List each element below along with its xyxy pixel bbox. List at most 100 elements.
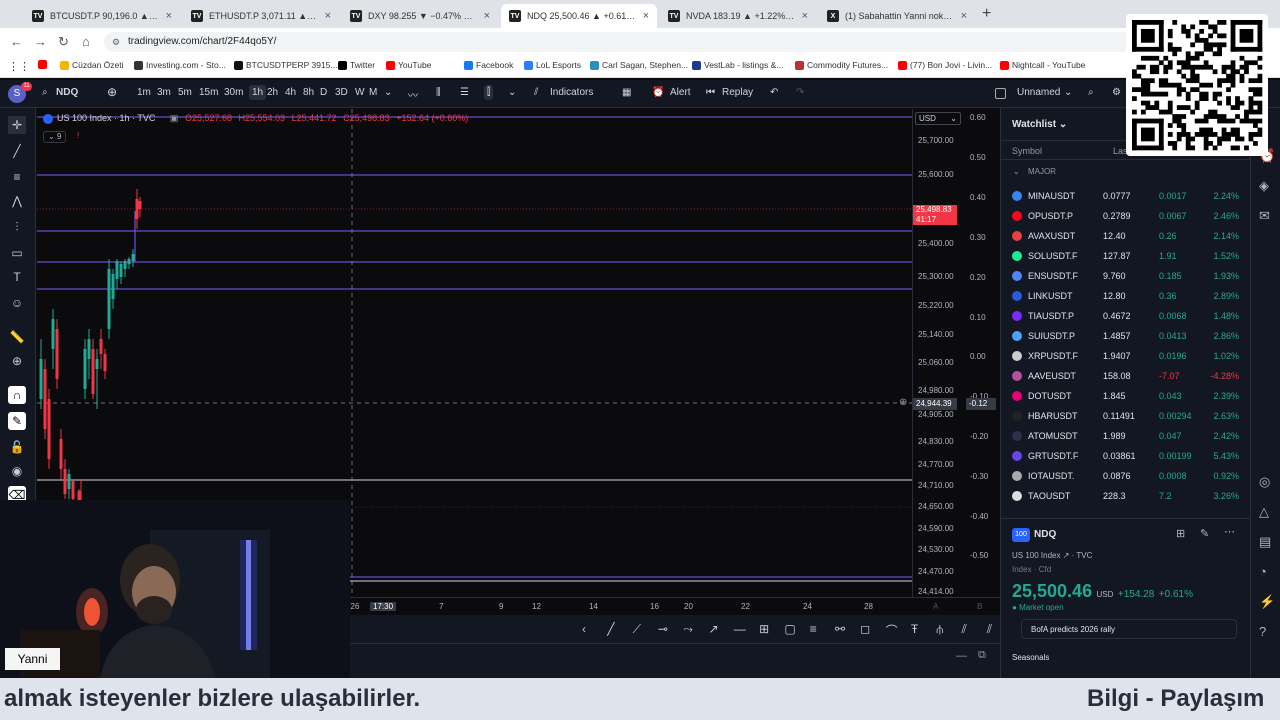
interval-2h[interactable]: 2h (267, 87, 278, 98)
bookmark-item[interactable]: Commodity Futures... (795, 60, 888, 70)
price-axis[interactable]: USD ⌄ 25,700.0025,600.0025,500.0025,400.… (899, 109, 962, 597)
alert-icon[interactable]: ⏰ (652, 87, 664, 98)
watchlist-row[interactable]: SUIUSDT.P 1.4857 0.0413 2.86% (1001, 326, 1251, 346)
templates-icon[interactable]: ▦ (622, 87, 631, 98)
watchlist-row[interactable]: TIAUSDT.P 0.4672 0.0068 1.48% (1001, 306, 1251, 326)
interval-4h[interactable]: 4h (285, 87, 296, 98)
magnet-icon[interactable]: ∩ (8, 386, 26, 404)
compare-add-icon[interactable]: ⊕ (107, 85, 117, 99)
fib-icon[interactable]: ≡ (8, 168, 26, 186)
watchlist-row[interactable]: LINKUSDT 12.80 0.36 2.89% (1001, 286, 1251, 306)
currency-select[interactable]: USD ⌄ (915, 112, 961, 125)
browser-tab[interactable]: TV NDQ 25,500.46 ▲ +0.61% Unna × (501, 4, 657, 28)
interval-W[interactable]: W (355, 87, 364, 98)
interval-5m[interactable]: 5m (178, 87, 192, 98)
symbol-search-icon[interactable]: ⌕ (42, 87, 48, 98)
group-header[interactable]: ⌄ MAJOR (1013, 167, 1056, 176)
watchlist-row[interactable]: IOTAUSDT. 0.0876 0.0008 0.92% (1001, 466, 1251, 486)
bookmark-item[interactable]: Nightcall - YouTube (1000, 60, 1085, 70)
external-link-icon[interactable]: ↗ (1063, 551, 1070, 560)
triangle-icon[interactable]: △ (1259, 504, 1269, 520)
interval-8h[interactable]: 8h (303, 87, 314, 98)
chart-style-dropdown-icon[interactable]: ⌄ (508, 87, 516, 98)
new-tab-button[interactable]: + (982, 5, 991, 23)
text-icon[interactable]: Ŧ (911, 622, 918, 636)
line-chart-type-icon[interactable]: 〰 (408, 87, 418, 102)
indicator-count-toggle[interactable]: ⌄ 9 (43, 131, 67, 143)
redo-icon[interactable]: ↷ (796, 87, 804, 98)
interval-3m[interactable]: 3m (157, 87, 171, 98)
browser-tab[interactable]: TV NVDA 183.19 ▲ +1.22% Unnan × (660, 4, 816, 28)
watchlist-row[interactable]: OPUSDT.P 0.2789 0.0067 2.46% (1001, 206, 1251, 226)
bar-chart-icon[interactable]: ⫼ (436, 87, 441, 98)
site-info-icon[interactable]: ⚙ (112, 32, 120, 52)
news-item[interactable]: BofA predicts 2026 rally (1021, 619, 1237, 639)
rectangle-icon[interactable]: ▢ (784, 622, 795, 636)
tab-close-icon[interactable]: × (961, 10, 967, 22)
tab-close-icon[interactable]: × (643, 10, 649, 22)
hline-icon[interactable]: — (734, 622, 746, 636)
emoji-icon[interactable]: ☺ (8, 294, 26, 312)
curve-icon[interactable]: ⌒ (886, 622, 898, 639)
trendline-icon[interactable]: ╱ (8, 142, 26, 160)
youtube-shortcut-icon[interactable] (38, 60, 47, 69)
tab-close-icon[interactable]: × (166, 10, 172, 22)
watchlist-row[interactable]: MINAUSDT 0.0777 0.0017 2.24% (1001, 186, 1251, 206)
data-warning-icon[interactable]: ! (77, 131, 79, 140)
layout-dropdown-icon[interactable]: ⌄ (1064, 87, 1072, 98)
help-icon[interactable]: ? (1259, 624, 1266, 639)
quick-search-icon[interactable]: ⌕ (1088, 87, 1094, 98)
url-field[interactable]: ⚙ tradingview.com/chart/2F44qo5Y/ (104, 32, 1134, 52)
grid-icon[interactable]: ⊞ (1176, 527, 1185, 540)
replay-button[interactable]: Replay (722, 87, 753, 98)
edit-icon[interactable]: ✎ (1200, 527, 1209, 540)
watchlist-title[interactable]: Watchlist ⌄ (1012, 119, 1067, 130)
forward-icon[interactable]: → (34, 34, 47, 49)
layout-name[interactable]: Unnamed (1017, 87, 1060, 98)
eye-icon[interactable]: ◉ (8, 462, 26, 480)
interval-M[interactable]: M (369, 87, 377, 98)
interval-dropdown-icon[interactable]: ⌄ (384, 87, 392, 98)
tab-close-icon[interactable]: × (802, 10, 808, 22)
path-icon[interactable]: ⤳ (683, 622, 693, 637)
interval-1m[interactable]: 1m (137, 87, 151, 98)
seasonals-label[interactable]: Seasonals (1012, 653, 1049, 665)
chevron-left-icon[interactable]: ‹ (582, 622, 586, 636)
watchlist-row[interactable]: ATOMUSDT 1.989 0.047 2.42% (1001, 426, 1251, 446)
alert-button[interactable]: Alert (670, 87, 691, 98)
calendar-icon[interactable]: ▤ (1259, 534, 1271, 550)
trendline-icon[interactable]: ╱ (607, 622, 614, 636)
symbol-search-button[interactable]: NDQ (56, 87, 78, 98)
candle-style-icon[interactable]: ☰ (460, 87, 469, 98)
home-icon[interactable]: ⌂ (82, 34, 90, 49)
fib-retracement-icon[interactable]: ≡ (810, 622, 817, 636)
layout-icon[interactable] (995, 88, 1006, 99)
axis-scale-toggle[interactable]: A (933, 602, 938, 611)
bookmark-item[interactable]: Twitter (338, 60, 375, 70)
minimize-panel-icon[interactable]: — (956, 650, 967, 662)
long-position-icon[interactable]: ⊞ (759, 622, 769, 636)
fib-fan-icon[interactable]: ⫽ (962, 622, 967, 637)
pitchfork-icon[interactable]: ⫛ (936, 622, 943, 637)
stay-drawing-icon[interactable]: ✎ (8, 412, 26, 430)
interval-3D[interactable]: 3D (335, 87, 348, 98)
lock-icon[interactable]: 🔓 (8, 438, 26, 456)
watchlist-row[interactable]: HBARUSDT 0.11491 0.00294 2.63% (1001, 406, 1251, 426)
watchlist-row[interactable]: ENSUSDT.F 9.760 0.185 1.93% (1001, 266, 1251, 286)
more-icon[interactable]: ⋯ (1224, 525, 1235, 538)
watchlist-row[interactable]: GRTUSDT.F 0.03861 0.00199 5.43% (1001, 446, 1251, 466)
tab-close-icon[interactable]: × (325, 10, 331, 22)
bookmark-item[interactable]: Investing.com - Sto... (134, 60, 226, 70)
chat-icon[interactable]: ✉ (1259, 208, 1270, 224)
maximize-panel-icon[interactable]: ⧉ (978, 649, 986, 662)
horizontal-ray-icon[interactable]: ⊸ (658, 622, 668, 636)
forecast-icon[interactable]: ⫶ (8, 218, 26, 236)
arrow-icon[interactable]: ↗ (709, 622, 719, 636)
ray-icon[interactable]: ⟋ (633, 622, 641, 637)
bookmark-item[interactable]: YouTube (386, 60, 431, 70)
interval-15m[interactable]: 15m (199, 87, 218, 98)
bookmark-item[interactable]: Carl Sagan, Stephen... (590, 60, 688, 70)
col-symbol[interactable]: Symbol (1012, 146, 1042, 156)
zoom-in-icon[interactable]: ⊕ (8, 352, 26, 370)
interval-30m[interactable]: 30m (224, 87, 243, 98)
